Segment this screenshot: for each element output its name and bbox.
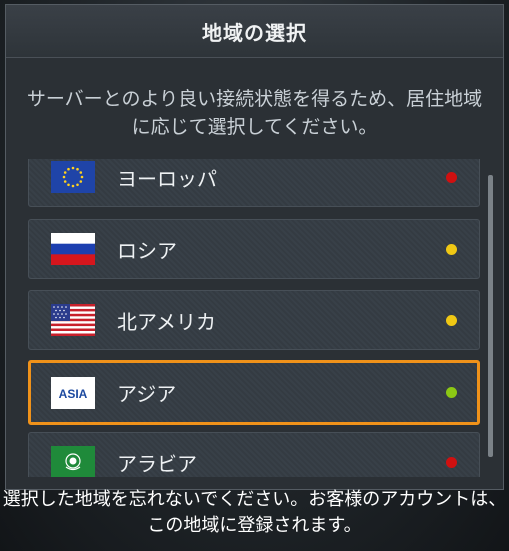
- region-list-scrollbar[interactable]: [488, 175, 493, 457]
- region-warning-note: 選択した地域を忘れないでください。お客様のアカウントは、この地域に登録されます。: [2, 489, 507, 536]
- region-item-russia[interactable]: ロシア: [28, 219, 480, 279]
- region-label-russia: ロシア: [117, 238, 177, 263]
- usa-flag-icon: [51, 304, 95, 336]
- region-label-north-america: 北アメリカ: [117, 309, 216, 334]
- region-item-north-america[interactable]: 北アメリカ: [28, 290, 480, 350]
- region-select-dialog: 地域の選択 サーバーとのより良い接続状態を得るため、居住地域に応じて選択してくだ…: [5, 4, 504, 490]
- status-dot-arabia: [446, 456, 457, 468]
- region-list: ヨーロッパ ロシア 北アメリカ ASIA アジア アラビア: [26, 159, 484, 477]
- region-label-asia: アジア: [117, 382, 177, 406]
- dialog-title: 地域の選択: [202, 20, 307, 45]
- asia-flag-text: ASIA: [59, 387, 88, 401]
- dialog-header: 地域の選択: [6, 5, 503, 58]
- region-label-europe: ヨーロッパ: [117, 166, 217, 191]
- status-dot-russia: [446, 243, 457, 255]
- arab-league-flag-icon: [51, 446, 95, 477]
- dialog-description: サーバーとのより良い接続状態を得るため、居住地域に応じて選択してください。: [26, 88, 483, 138]
- asia-flag-icon: ASIA: [51, 376, 95, 409]
- status-dot-europe: [446, 171, 457, 183]
- region-item-asia[interactable]: ASIA アジア: [28, 360, 480, 425]
- region-label-arabia: アラビア: [117, 451, 197, 476]
- status-dot-asia: [446, 387, 457, 398]
- region-item-europe[interactable]: ヨーロッパ: [28, 159, 480, 207]
- region-item-arabia[interactable]: アラビア: [28, 432, 480, 477]
- eu-flag-icon: [51, 161, 95, 193]
- status-dot-north-america: [446, 314, 457, 326]
- russia-flag-icon: [51, 233, 95, 265]
- scrollbar-thumb[interactable]: [488, 175, 493, 457]
